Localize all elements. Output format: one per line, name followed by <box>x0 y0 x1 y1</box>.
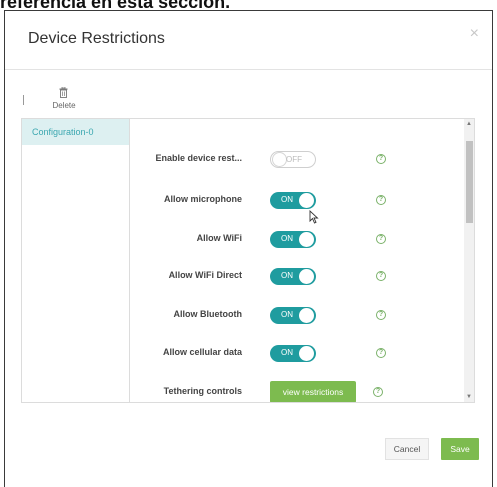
setting-label: Allow WiFi <box>196 233 242 243</box>
toggle-state: ON <box>281 234 293 243</box>
delete-button[interactable]: Delete <box>45 85 83 117</box>
toggle-state: ON <box>281 348 293 357</box>
setting-label: Tethering controls <box>163 386 242 396</box>
delete-label: Delete <box>52 101 76 110</box>
help-icon[interactable]: ? <box>376 348 386 358</box>
mouse-pointer-icon <box>309 210 319 224</box>
dialog-title: Device Restrictions <box>28 30 165 47</box>
toggle-state: ON <box>281 271 293 280</box>
setting-row-allow-microphone: Allow microphone ON ? <box>130 189 464 213</box>
setting-label: Allow Bluetooth <box>173 309 243 319</box>
allow-bluetooth-toggle[interactable]: ON <box>270 307 316 324</box>
setting-label: Allow cellular data <box>162 347 242 357</box>
help-icon[interactable]: ? <box>376 271 386 281</box>
toggle-state: ON <box>281 310 293 319</box>
setting-label: Allow microphone <box>163 194 242 204</box>
enable-device-restrictions-toggle[interactable]: OFF <box>270 151 316 168</box>
settings-list: Enable device rest... OFF ? Allow microp… <box>130 119 464 402</box>
setting-row-enable-device-restrictions: Enable device rest... OFF ? <box>130 148 464 172</box>
help-icon[interactable]: ? <box>373 387 383 397</box>
help-icon[interactable]: ? <box>376 310 386 320</box>
setting-row-allow-cellular-data: Allow cellular data ON ? <box>130 342 464 366</box>
trash-icon <box>59 87 68 98</box>
toolbar-divider <box>23 95 24 105</box>
scrollbar-thumb[interactable] <box>466 141 473 223</box>
cancel-button[interactable]: Cancel <box>385 438 429 460</box>
allow-wifi-toggle[interactable]: ON <box>270 231 316 248</box>
save-button[interactable]: Save <box>441 438 479 460</box>
toggle-state: ON <box>281 195 293 204</box>
toggle-knob <box>299 269 314 284</box>
toggle-state: OFF <box>286 155 302 164</box>
toggle-knob <box>272 152 287 167</box>
configuration-item[interactable]: Configuration-0 <box>22 119 129 145</box>
toolbar: Delete <box>20 85 220 119</box>
toggle-knob <box>299 232 314 247</box>
dialog-header: Device Restrictions × <box>5 11 492 70</box>
setting-row-tethering-controls: Tethering controls view restrictions ? <box>130 381 464 402</box>
setting-label: Enable device rest... <box>155 153 242 163</box>
setting-row-allow-wifi: Allow WiFi ON ? <box>130 228 464 252</box>
help-icon[interactable]: ? <box>376 234 386 244</box>
setting-label: Allow WiFi Direct <box>168 270 242 280</box>
close-icon[interactable]: × <box>470 25 479 43</box>
setting-row-allow-bluetooth: Allow Bluetooth ON ? <box>130 304 464 328</box>
help-icon[interactable]: ? <box>376 154 386 164</box>
help-icon[interactable]: ? <box>376 195 386 205</box>
allow-cellular-data-toggle[interactable]: ON <box>270 345 316 362</box>
configuration-panel: Configuration-0 Enable device rest... OF… <box>21 118 475 403</box>
toggle-knob <box>299 193 314 208</box>
view-restrictions-button[interactable]: view restrictions <box>270 381 356 402</box>
toggle-knob <box>299 346 314 361</box>
scroll-down-arrow-icon[interactable]: ▼ <box>466 394 473 400</box>
scroll-up-arrow-icon[interactable]: ▲ <box>466 121 473 127</box>
toggle-knob <box>299 308 314 323</box>
configuration-list: Configuration-0 <box>22 119 130 402</box>
setting-row-allow-wifi-direct: Allow WiFi Direct ON ? <box>130 265 464 289</box>
allow-wifi-direct-toggle[interactable]: ON <box>270 268 316 285</box>
allow-microphone-toggle[interactable]: ON <box>270 192 316 209</box>
vertical-scrollbar[interactable]: ▲ ▼ <box>464 119 474 402</box>
